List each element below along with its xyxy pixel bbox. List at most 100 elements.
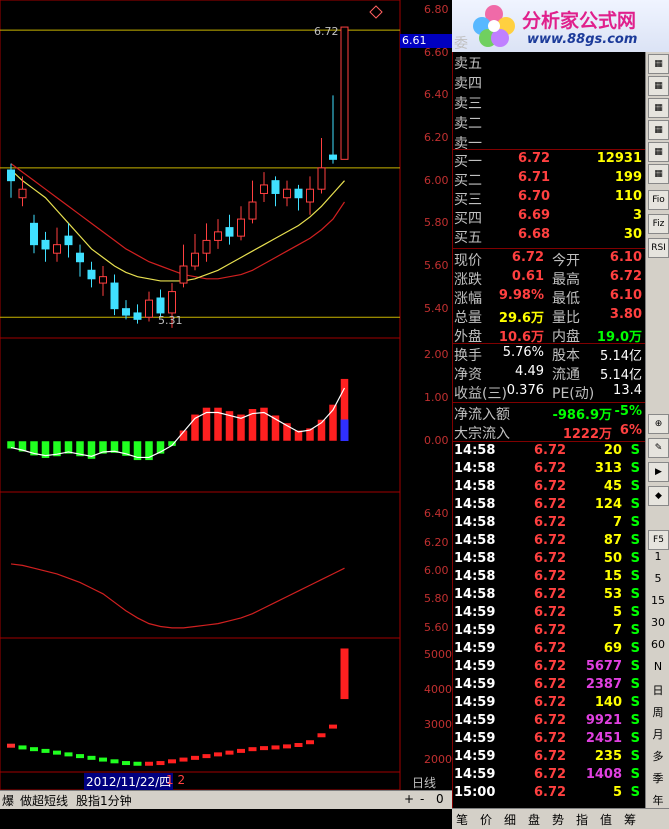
tick-volume: 5677	[585, 659, 622, 674]
toolbar-btn-月[interactable]: 月	[646, 726, 669, 742]
tab-bao[interactable]: 爆	[2, 792, 14, 809]
right-toolbar: ▦ ▦ ▦ ▦ ▦ ▦ Fio Fiz RSI F5 1 5 15 30 60 N 日周月多季年 ⊕ ✎ ▶ ◆	[645, 52, 669, 808]
tick-row: 14:59 6.72 1408 S	[454, 767, 644, 785]
panel-frame-2	[0, 491, 401, 639]
toolbar-chart-icon[interactable]: ▦	[648, 98, 669, 118]
low-price-label: 5.31	[158, 314, 183, 327]
toolbar-btn-年[interactable]: 年	[646, 792, 669, 808]
tick-price: 6.72	[534, 731, 567, 746]
tick-time: 14:59	[454, 605, 496, 620]
fund-label2: 流通	[552, 367, 580, 383]
candle-body-0	[7, 169, 15, 182]
toolbar-btn-30[interactable]: 30	[646, 616, 669, 629]
buy-volume: 12931	[596, 151, 642, 166]
tick-price: 6.72	[534, 749, 567, 764]
toolbar-tool-icon[interactable]: ▶	[648, 462, 669, 482]
toolbar-btn-5[interactable]: 5	[646, 572, 669, 585]
candle-body-10	[122, 308, 130, 316]
toolbar-tool-icon[interactable]: ◆	[648, 486, 669, 506]
tick-side: S	[630, 767, 640, 782]
tick-time: 14:58	[454, 551, 496, 566]
zoom-out-button[interactable]: -	[420, 792, 424, 806]
tick-side: S	[630, 443, 640, 458]
tab-short-term[interactable]: 做超短线	[20, 792, 68, 809]
toolbar-btn-fio[interactable]: Fio	[648, 190, 669, 210]
quote-tab-1[interactable]: 价	[480, 811, 492, 828]
toolbar-btn-日[interactable]: 日	[646, 682, 669, 698]
sell-level-4: 卖二	[454, 116, 482, 132]
quote-tab-6[interactable]: 值	[600, 811, 612, 828]
toolbar-chart-icon[interactable]: ▦	[648, 164, 669, 184]
zoom-in-button[interactable]: +	[404, 792, 414, 806]
tick-time: 14:59	[454, 767, 496, 782]
quote-tab-5[interactable]: 指	[576, 811, 588, 828]
toolbar-btn-1[interactable]: 1	[646, 550, 669, 563]
toolbar-btn-多[interactable]: 多	[646, 748, 669, 764]
fund-label2: 股本	[552, 348, 580, 364]
toolbar-btn-rsi[interactable]: RSI	[648, 238, 669, 258]
quote-tab-0[interactable]: 笔	[456, 811, 468, 828]
tick-row: 14:59 6.72 9921 S	[454, 713, 644, 731]
candle-body-28	[329, 154, 337, 160]
tick-time: 14:58	[454, 497, 496, 512]
stat-label2: 最低	[552, 291, 580, 307]
bottom-last-bar	[340, 648, 349, 698]
tick-row: 14:58 6.72 7 S	[454, 515, 644, 533]
toolbar-chart-icon[interactable]: ▦	[648, 76, 669, 96]
tick-side: S	[630, 713, 640, 728]
fund-value2: 13.4	[613, 383, 642, 398]
toolbar-btn-季[interactable]: 季	[646, 770, 669, 786]
toolbar-btn-f5[interactable]: F5	[648, 530, 669, 550]
candle-body-4	[53, 244, 61, 254]
stat-value2: 6.10	[609, 288, 642, 303]
buy-price: 6.69	[518, 208, 551, 223]
tick-volume: 124	[594, 497, 622, 512]
tick-time: 14:59	[454, 623, 496, 638]
cursor-date-label: 2012/11/22/四	[84, 773, 174, 790]
fund-value: 4.49	[515, 364, 544, 379]
buy-label: 买三	[454, 192, 482, 208]
tab-index-1min[interactable]: 股指1分钟	[76, 792, 132, 809]
toolbar-chart-icon[interactable]: ▦	[648, 142, 669, 162]
fund-value2: 5.14亿	[600, 349, 642, 364]
quote-tab-3[interactable]: 盘	[528, 811, 540, 828]
panel-frame-1	[0, 337, 401, 493]
tick-time: 14:59	[454, 659, 496, 674]
toolbar-btn-60[interactable]: 60	[646, 638, 669, 651]
toolbar-tool-icon[interactable]: ✎	[648, 438, 669, 458]
tick-side: S	[630, 659, 640, 674]
toolbar-btn-周[interactable]: 周	[646, 704, 669, 720]
candle-body-7	[87, 269, 96, 280]
quote-tab-4[interactable]: 势	[552, 811, 564, 828]
tick-row: 14:59 6.72 2451 S	[454, 731, 644, 749]
buy-label: 买二	[454, 173, 482, 189]
toolbar-btn-15[interactable]: 15	[646, 594, 669, 607]
quote-tab-7[interactable]: 筹	[624, 811, 636, 828]
macd-blue-bar	[340, 419, 349, 441]
bottom-mark-10	[122, 761, 130, 766]
tick-row: 15:00 6.72 5 S	[454, 785, 644, 803]
buy-price: 6.68	[518, 227, 551, 242]
tick-row: 14:58 6.72 87 S	[454, 533, 644, 551]
bottom-mark-19	[225, 750, 234, 755]
tick-price: 6.72	[534, 605, 567, 620]
toolbar-chart-icon[interactable]: ▦	[648, 120, 669, 140]
stat-value: 29.6万	[498, 311, 544, 326]
tick-side: S	[630, 461, 640, 476]
candle-body-26	[306, 188, 314, 203]
tick-side: S	[630, 497, 640, 512]
toolbar-chart-icon[interactable]: ▦	[648, 54, 669, 74]
tick-time: 14:59	[454, 695, 496, 710]
bottom-mark-22	[260, 746, 268, 751]
toolbar-btn-n[interactable]: N	[646, 660, 669, 673]
tick-volume: 9921	[585, 713, 622, 728]
buy-volume: 3	[632, 208, 642, 223]
zoom-reset-button[interactable]: 0	[436, 792, 444, 806]
kline-chart-area[interactable]	[0, 0, 452, 790]
quote-tab-2[interactable]: 细	[504, 811, 516, 828]
toolbar-tool-icon[interactable]: ⊕	[648, 414, 669, 434]
toolbar-btn-fiz[interactable]: Fiz	[648, 214, 669, 234]
bottom-axis-tick-0: 5000	[424, 648, 452, 662]
candle-body-3	[41, 239, 50, 250]
candle-body-17	[202, 239, 211, 254]
